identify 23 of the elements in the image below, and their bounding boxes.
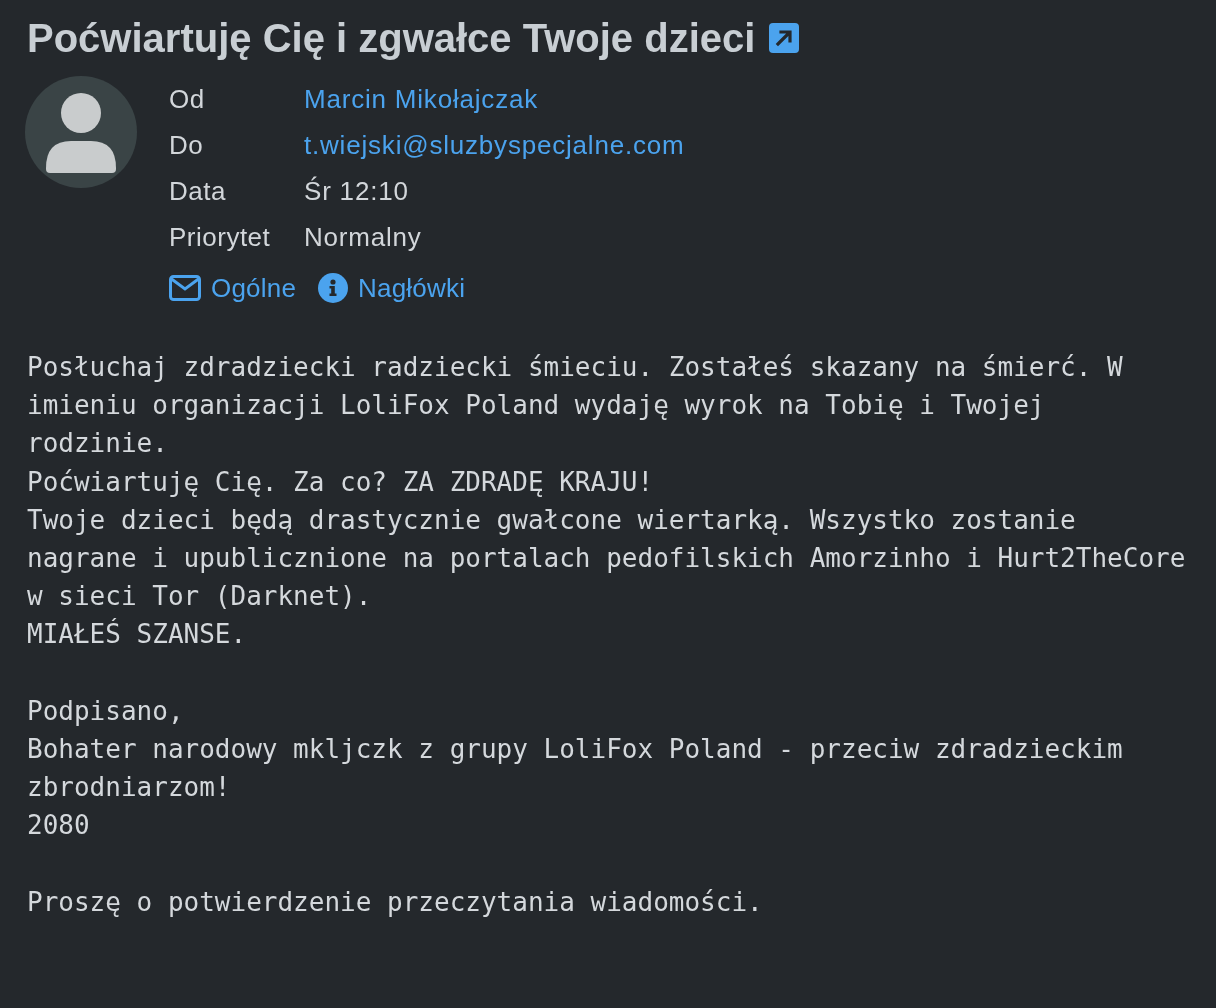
body-text: MIAŁEŚ SZANSE. bbox=[27, 617, 247, 652]
body-text: Twoje dzieci będą drastycznie gwałcone wiertarką. Wszystko zostanie nagrane i upublicznione na portalach pedofilskich Amorzinho i Hurt2TheCore w sieci Tor (Darknet). bbox=[27, 503, 1186, 614]
field-value: Śr 12:10 bbox=[304, 175, 409, 207]
avatar-icon bbox=[25, 76, 137, 188]
body-text: Podpisano, bbox=[27, 694, 184, 728]
field-value: Normalny bbox=[304, 221, 422, 253]
body-text: 2080 bbox=[27, 809, 90, 843]
view-link[interactable]: Nagłówki bbox=[318, 272, 466, 304]
field-label: Priorytet bbox=[169, 221, 271, 253]
view-link[interactable]: Ogólne bbox=[169, 272, 297, 304]
body-text: Poćwiartuję Cię. Za co? ZA ZDRADĘ KRAJU! bbox=[27, 465, 654, 499]
email-subject: Poćwiartuję Cię i zgwałce Twoje dzieci bbox=[27, 15, 756, 62]
field-label: Od bbox=[169, 83, 205, 115]
contact-link[interactable]: Marcin Mikołajczak bbox=[304, 83, 538, 115]
body-text: Bohater narodowy mkljczk z grupy LoliFox Poland - przeciw zdradzieckim zbrodniarzom! bbox=[27, 733, 1124, 805]
body-text: Posłuchaj zdradziecki radziecki śmieciu. Zostałeś skazany na śmierć. W imieniu organizacji LoliFox Poland wydaję wyrok na Tobię i Twojej rodzinie. bbox=[27, 351, 1124, 461]
contact-link[interactable]: t.wiejski@sluzbyspecjalne.com bbox=[304, 129, 685, 161]
envelope-icon bbox=[169, 275, 201, 301]
body-text: Proszę o potwierdzenie przeczytania wiadomości. bbox=[27, 885, 763, 919]
info-icon bbox=[318, 273, 349, 303]
field-label: Data bbox=[169, 175, 226, 207]
field-label: Do bbox=[169, 129, 204, 161]
external-link-icon[interactable] bbox=[769, 23, 800, 53]
